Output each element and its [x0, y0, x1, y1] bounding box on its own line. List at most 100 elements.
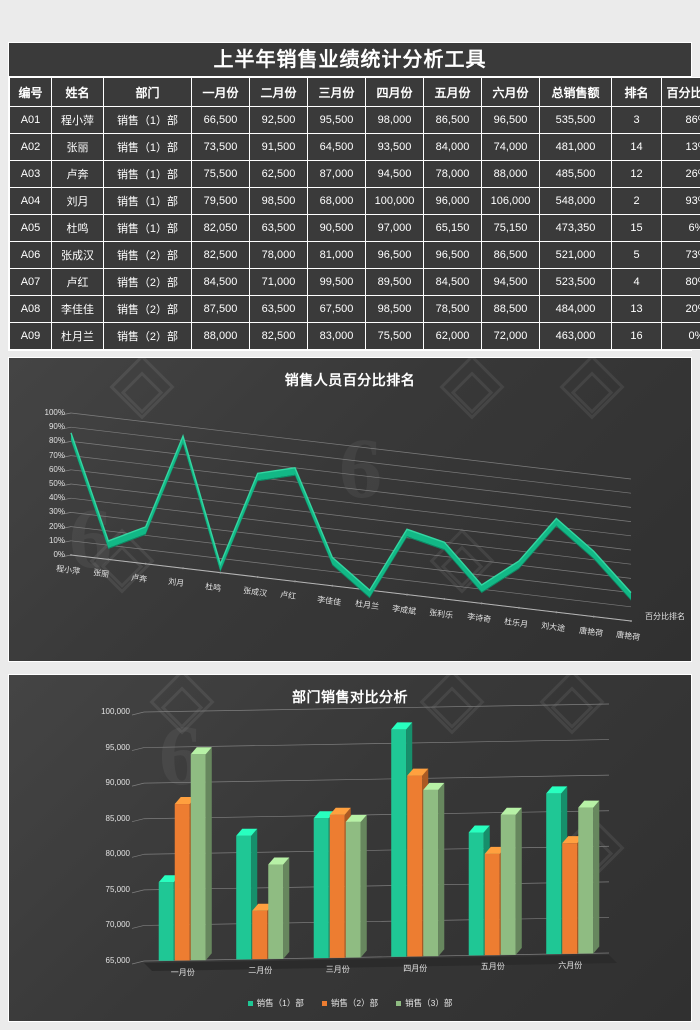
table-cell: 96,500 [481, 106, 540, 134]
table-col-header: 一月份 [191, 77, 250, 107]
table-cell: 5 [611, 241, 662, 269]
legend-item[interactable]: 销售（2）部 [321, 997, 379, 1009]
table-col-header: 百分比排名 [661, 77, 700, 107]
table-col-header: 三月份 [307, 77, 366, 107]
table-cell: 84,500 [191, 268, 250, 296]
table-cell: 521,000 [539, 241, 612, 269]
bar-chart-panel: 部门销售对比分析 6 65,000 70,000 75,000 80,000 85,00… [8, 674, 692, 1022]
legend-label: 销售（2）部 [330, 998, 379, 1008]
table-cell: 78,000 [249, 241, 308, 269]
table-cell: 72,000 [481, 322, 540, 350]
line-chart-y-tick: 90% [48, 422, 65, 432]
table-cell: 95,500 [307, 106, 366, 134]
table-cell: 75,500 [365, 322, 424, 350]
line-chart-y-tick: 20% [48, 521, 65, 531]
table-cell: A08 [9, 295, 52, 323]
table-cell: 98,000 [365, 106, 424, 134]
table-cell: 4 [611, 268, 662, 296]
line-chart-x-tick: 卢奔 [130, 572, 148, 584]
legend-item[interactable]: 销售（3）部 [396, 997, 452, 1009]
table-cell: A02 [9, 133, 52, 161]
table-cell: A07 [9, 268, 52, 296]
table-cell: 销售（1）部 [103, 160, 192, 188]
bar-chart-y-tick: 80,000 [105, 849, 130, 859]
table-cell: 71,000 [249, 268, 308, 296]
table-cell: 481,000 [539, 133, 612, 161]
bar-chart-y-tick: 75,000 [105, 884, 130, 894]
table-cell: 李佳佳 [51, 295, 104, 323]
table-col-header: 四月份 [365, 77, 424, 107]
table-cell: 20% [661, 295, 700, 323]
table-cell: 485,500 [539, 160, 612, 188]
table-cell: 96,500 [365, 241, 424, 269]
table-cell: 销售（2）部 [103, 268, 192, 296]
table-cell: 销售（2）部 [103, 295, 192, 323]
legend-swatch-icon [247, 1000, 253, 1006]
line-chart-x-tick: 刘月 [167, 577, 185, 589]
table-cell: 79,500 [191, 187, 250, 215]
line-chart-y-tick: 60% [48, 464, 65, 474]
line-chart-y-tick: 10% [48, 535, 65, 545]
line-chart-svg [60, 412, 632, 622]
line-chart-series-label: 百分比排名 [645, 612, 685, 621]
table-cell: 杜月兰 [51, 322, 104, 350]
table-cell: 75,150 [481, 214, 540, 242]
table-row: A07 卢红 销售（2）部 84,500 71,000 99,500 89,500 84,50… [9, 268, 700, 296]
table-cell: A09 [9, 322, 52, 350]
table-cell: 86% [661, 106, 700, 134]
table-cell: 90,500 [307, 214, 366, 242]
table-cell: 535,500 [539, 106, 612, 134]
table-cell: 88,000 [191, 322, 250, 350]
table-cell: 98,500 [365, 295, 424, 323]
bar-chart-x-tick: 二月份 [248, 966, 273, 976]
table-col-header: 二月份 [249, 77, 308, 107]
table-cell: A04 [9, 187, 52, 215]
table-cell: 卢红 [51, 268, 104, 296]
table-cell: 14 [611, 133, 662, 161]
table-cell: 92,500 [249, 106, 308, 134]
line-chart-y-tick: 100% [44, 408, 65, 417]
bar-chart-y-tick: 70,000 [105, 920, 130, 930]
bar-chart-x-tick: 五月份 [480, 962, 505, 972]
table-cell: 销售（2）部 [103, 241, 192, 269]
table-cell: 82,050 [191, 214, 250, 242]
table-cell: 96,000 [423, 187, 482, 215]
table-row: A04 刘月 销售（1）部 79,500 98,500 68,000 100,000 96,0… [9, 187, 700, 215]
table-cell: 86,500 [423, 106, 482, 134]
table-cell: 销售（1）部 [103, 187, 192, 215]
table-header: 编号姓名部门一月份二月份三月份四月份五月份六月份总销售额排名百分比排名 [9, 77, 700, 107]
page-title: 上半年销售业绩统计分析工具 [9, 43, 691, 77]
table-cell: 82,500 [191, 241, 250, 269]
table-col-header: 总销售额 [539, 77, 612, 107]
table-cell: 0% [661, 322, 700, 350]
table-cell: 销售（1）部 [103, 106, 192, 134]
table-cell: 3 [611, 106, 662, 134]
legend-item[interactable]: 销售（1）部 [247, 997, 304, 1009]
legend-swatch-icon [396, 1000, 402, 1006]
table-cell: 94,500 [365, 160, 424, 188]
table-col-header: 部门 [103, 77, 192, 107]
table-cell: 88,500 [481, 295, 540, 323]
table-cell: 66,500 [191, 106, 250, 134]
table-cell: 473,350 [539, 214, 612, 242]
table-cell: 68,000 [307, 187, 366, 215]
table-cell: 63,500 [249, 214, 308, 242]
bar-chart-x-tick: 六月份 [558, 961, 583, 971]
table-cell: 张丽 [51, 133, 104, 161]
table-cell: 73% [661, 241, 700, 269]
table-body: A01 程小萍 销售（1）部 66,500 92,500 95,500 98,000 86,5… [9, 106, 700, 350]
table-cell: 80% [661, 268, 700, 296]
table-header-row: 编号姓名部门一月份二月份三月份四月份五月份六月份总销售额排名百分比排名 [9, 77, 700, 107]
bar-chart-x-tick: 一月份 [170, 967, 195, 977]
table-cell: 523,500 [539, 268, 612, 296]
table-cell: 81,000 [307, 241, 366, 269]
table-cell: 87,000 [307, 160, 366, 188]
table-cell: 26% [661, 160, 700, 188]
table-row: A01 程小萍 销售（1）部 66,500 92,500 95,500 98,000 86,5… [9, 106, 700, 134]
table-cell: 销售（1）部 [103, 133, 192, 161]
legend-label: 销售（3）部 [405, 998, 453, 1008]
table-cell: 65,150 [423, 214, 482, 242]
table-cell: 98,500 [249, 187, 308, 215]
legend-swatch-icon [321, 1000, 327, 1006]
bar-chart-y-tick: 95,000 [105, 742, 130, 752]
